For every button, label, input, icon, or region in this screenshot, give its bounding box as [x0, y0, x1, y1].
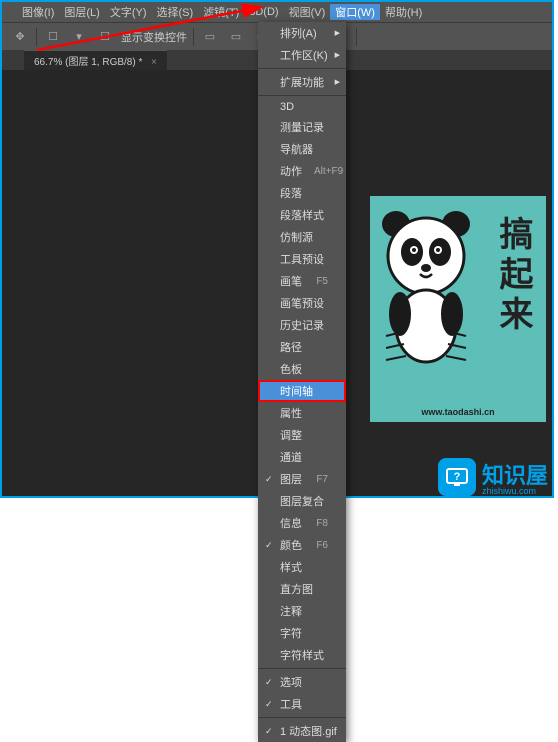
menu-item[interactable]: 样式: [258, 556, 346, 578]
svg-text:?: ?: [454, 471, 461, 483]
menu-item[interactable]: 字符样式: [258, 644, 346, 666]
transform-checkbox[interactable]: ☐: [95, 27, 115, 47]
menu-view[interactable]: 视图(V): [284, 4, 331, 20]
app-window: 图像(I) 图层(L) 文字(Y) 选择(S) 滤镜(T) 3D(D) 视图(V…: [0, 0, 554, 498]
menu-layer[interactable]: 图层(L): [59, 4, 104, 20]
menu-separator: [258, 68, 346, 69]
menu-help[interactable]: 帮助(H): [380, 4, 427, 20]
watermark-logo-icon: ?: [438, 458, 476, 496]
menu-item[interactable]: 仿制源: [258, 226, 346, 248]
menu-item[interactable]: 工具预设: [258, 248, 346, 270]
menu-item[interactable]: ✓1 动态图.gif: [258, 720, 346, 742]
menu-separator: [258, 668, 346, 669]
menu-item[interactable]: 字符: [258, 622, 346, 644]
menu-filter[interactable]: 滤镜(T): [198, 4, 244, 20]
menu-separator: [258, 717, 346, 718]
menu-item[interactable]: 导航器: [258, 138, 346, 160]
canvas-headline: 搞起来: [489, 216, 538, 336]
dropdown-icon[interactable]: ▾: [69, 27, 89, 47]
menu-separator: [258, 95, 346, 96]
menu-item[interactable]: ✓工具: [258, 693, 346, 715]
menu-item[interactable]: 段落样式: [258, 204, 346, 226]
menu-image[interactable]: 图像(I): [17, 4, 59, 20]
menu-item[interactable]: 色板: [258, 358, 346, 380]
menu-item[interactable]: 图层复合: [258, 490, 346, 512]
move-tool-icon[interactable]: ✥: [10, 27, 30, 47]
divider: [193, 28, 194, 46]
menu-item[interactable]: 画笔F5: [258, 270, 346, 292]
divider: [36, 28, 37, 46]
menubar: 图像(I) 图层(L) 文字(Y) 选择(S) 滤镜(T) 3D(D) 视图(V…: [2, 2, 552, 22]
menu-item[interactable]: 工作区(K): [258, 44, 346, 66]
align-icon[interactable]: ▭: [200, 27, 220, 47]
menu-item[interactable]: 画笔预设: [258, 292, 346, 314]
menu-3d[interactable]: 3D(D): [244, 6, 283, 18]
menu-item[interactable]: 路径: [258, 336, 346, 358]
canvas-url: www.taodashi.cn: [370, 407, 546, 417]
menu-item[interactable]: 通道: [258, 446, 346, 468]
menu-text[interactable]: 文字(Y): [105, 4, 152, 20]
menu-item[interactable]: 3D: [258, 98, 346, 116]
menu-item[interactable]: 扩展功能: [258, 71, 346, 93]
watermark: ? 知识屋 zhishiwu.com: [438, 458, 548, 496]
menu-item[interactable]: ✓图层F7: [258, 468, 346, 490]
tab-title: 66.7% (图层 1, RGB/8) *: [34, 57, 142, 68]
menu-item[interactable]: 信息F8: [258, 512, 346, 534]
menu-item[interactable]: 测量记录: [258, 116, 346, 138]
panda-illustration: [376, 206, 486, 376]
menu-item[interactable]: 动作Alt+F9: [258, 160, 346, 182]
menu-item[interactable]: ✓颜色F6: [258, 534, 346, 556]
close-icon[interactable]: ×: [151, 57, 157, 68]
menu-item[interactable]: 排列(A): [258, 22, 346, 44]
document-tab[interactable]: 66.7% (图层 1, RGB/8) * ×: [24, 50, 167, 70]
menu-item[interactable]: 属性: [258, 402, 346, 424]
transform-label: 显示变换控件: [121, 29, 187, 45]
menu-item[interactable]: 时间轴: [258, 380, 346, 402]
menu-item[interactable]: 段落: [258, 182, 346, 204]
menu-item[interactable]: ✓选项: [258, 671, 346, 693]
divider: [356, 28, 357, 46]
menu-item[interactable]: 直方图: [258, 578, 346, 600]
menu-item[interactable]: 历史记录: [258, 314, 346, 336]
menu-item[interactable]: 调整: [258, 424, 346, 446]
auto-select-checkbox[interactable]: ☐: [43, 27, 63, 47]
canvas-document[interactable]: 搞起来 www.taodashi.cn: [370, 196, 546, 422]
menu-select[interactable]: 选择(S): [152, 4, 199, 20]
menu-window[interactable]: 窗口(W): [330, 4, 380, 20]
menu-item[interactable]: 注释: [258, 600, 346, 622]
window-menu-dropdown: 排列(A)工作区(K) 扩展功能 3D测量记录导航器动作Alt+F9段落段落样式仿制…: [258, 22, 346, 742]
align-icon[interactable]: ▭: [226, 27, 246, 47]
